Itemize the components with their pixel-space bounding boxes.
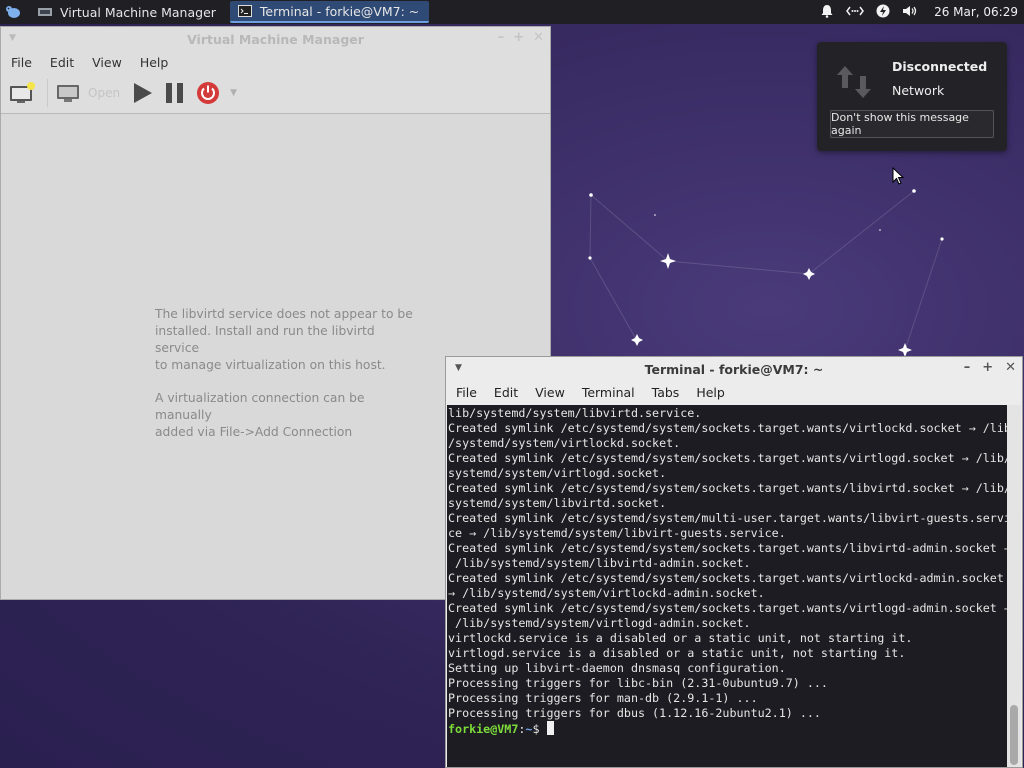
minimize-icon[interactable]: – [498,30,505,45]
menu-help[interactable]: Help [134,55,175,70]
message-line: added via File->Add Connection [155,425,353,439]
terminal-line: Created symlink /etc/systemd/system/sock… [448,421,1007,435]
menu-tabs[interactable]: Tabs [646,385,686,400]
chevron-down-icon: ▼ [230,88,237,98]
menu-view[interactable]: View [529,385,571,400]
menu-file[interactable]: File [5,55,38,70]
menu-terminal[interactable]: Terminal [576,385,641,400]
play-icon [134,83,153,103]
menu-help[interactable]: Help [690,385,731,400]
terminal-line: Created symlink /etc/systemd/system/sock… [448,541,1007,555]
shutdown-button[interactable] [196,78,220,108]
vmm-menubar: File Edit View Help [1,51,550,73]
terminal-line: Created symlink /etc/systemd/system/sock… [448,481,1007,495]
toolbar-separator [47,79,48,107]
terminal-line: ce → /lib/systemd/system/libvirt-guests.… [448,526,786,540]
terminal-line: virtlockd.service is a disabled or a sta… [448,631,913,645]
maximize-icon[interactable]: + [982,360,993,375]
open-button[interactable]: Open [56,78,120,108]
new-vm-icon [10,82,35,103]
terminal-line: → /lib/systemd/system/virtlockd-admin.so… [448,586,765,600]
power-off-icon [197,82,220,104]
terminal-line: Created symlink /etc/systemd/system/sock… [448,571,1004,585]
message-line: to manage virtualization on this host. [155,358,386,372]
close-icon[interactable]: ✕ [1005,360,1016,375]
window-menu-icon[interactable]: ▼ [9,33,16,43]
terminal-line: /lib/systemd/system/libvirtd-admin.socke… [448,556,751,570]
vmm-toolbar: Open ▼ [1,73,550,114]
terminal-line: lib/systemd/system/libvirtd.service. [448,406,702,420]
terminal-line: Processing triggers for man-db (2.9.1-1)… [448,691,758,705]
minimize-icon[interactable]: – [964,360,971,375]
menu-file[interactable]: File [450,385,483,400]
close-icon[interactable]: ✕ [533,30,544,45]
menu-edit[interactable]: Edit [44,55,80,70]
terminal-line: Created symlink /etc/systemd/system/mult… [448,511,1007,525]
window-menu-icon[interactable]: ▼ [455,363,462,373]
notification-title: Disconnected [892,59,988,74]
notification-body: Network [892,83,945,98]
message-line: The libvirtd service does not appear to … [155,307,413,321]
text-cursor [546,721,554,735]
maximize-icon[interactable]: + [513,30,524,45]
mouse-pointer-icon [892,167,904,185]
shutdown-menu-button[interactable]: ▼ [230,78,237,108]
message-line: A virtualization connection can be manua… [155,391,365,422]
terminal-line: /lib/systemd/system/virtlogd-admin.socke… [448,616,751,630]
terminal-line: systemd/system/libvirtd.socket. [448,496,667,510]
prompt-symbol: $ [532,722,547,736]
network-disconnected-icon [835,64,873,103]
monitor-icon [57,85,79,102]
libvirtd-warning: The libvirtd service does not appear to … [155,306,415,457]
terminal-line: /systemd/system/virtlockd.socket. [448,436,681,450]
terminal-output[interactable]: lib/systemd/system/libvirtd.service. Crea… [447,405,1007,767]
terminal-line: Setting up libvirt-daemon dnsmasq config… [448,661,786,675]
terminal-line: virtlogd.service is a disabled or a stat… [448,646,906,660]
terminal-line: Processing triggers for dbus (1.12.16-2u… [448,706,821,720]
terminal-titlebar[interactable]: ▼ Terminal - forkie@VM7: ~ – + ✕ [446,357,1022,381]
run-button[interactable] [130,78,154,108]
new-vm-button[interactable] [9,78,35,108]
open-button-label: Open [88,86,121,100]
terminal-scrollbar[interactable] [1007,405,1021,767]
vmm-titlebar[interactable]: ▼ Virtual Machine Manager – + ✕ [1,27,550,51]
terminal-menubar: File Edit View Terminal Tabs Help [446,381,1022,403]
message-line: installed. Install and run the libvirtd … [155,324,375,355]
pause-button[interactable] [164,78,186,108]
terminal-line: Created symlink /etc/systemd/system/sock… [448,601,1007,615]
menu-view[interactable]: View [86,55,128,70]
window-title: Virtual Machine Manager [187,31,364,47]
terminal-prompt[interactable]: forkie@VM7:~$ [448,721,1007,737]
pause-icon [166,83,184,103]
dont-show-again-button[interactable]: Don't show this message again [830,110,994,138]
terminal-line: Processing triggers for libc-bin (2.31-0… [448,676,828,690]
scrollbar-thumb[interactable] [1010,705,1018,765]
prompt-user: forkie@VM7 [448,722,519,736]
terminal-window: ▼ Terminal - forkie@VM7: ~ – + ✕ File Ed… [445,356,1023,768]
window-title: Terminal - forkie@VM7: ~ [644,361,824,377]
terminal-line: Created symlink /etc/systemd/system/sock… [448,451,1007,465]
terminal-line: systemd/system/virtlogd.socket. [448,466,667,480]
menu-edit[interactable]: Edit [488,385,524,400]
network-notification: Disconnected Network Don't show this mes… [817,42,1007,151]
